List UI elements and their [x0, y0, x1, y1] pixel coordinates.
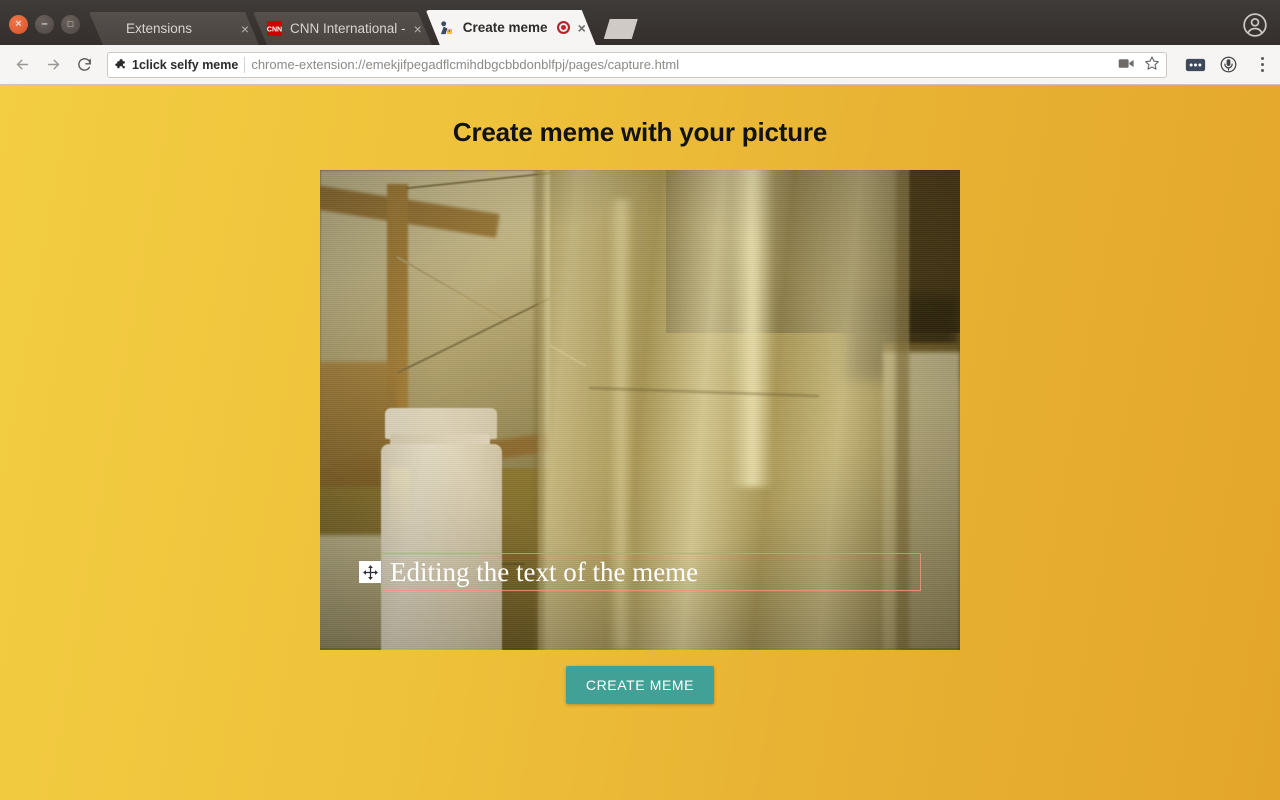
omnibox-action-icons — [1110, 55, 1160, 74]
tab-create-meme[interactable]: Create meme × — [426, 10, 596, 45]
tab-close-button[interactable]: × — [578, 21, 586, 35]
maximize-icon: □ — [68, 20, 73, 29]
page-content: Create meme with your picture — [0, 85, 1280, 800]
reload-icon — [76, 56, 93, 73]
window-controls: × – □ — [0, 15, 89, 45]
url-text: chrome-extension://emekjifpegadflcmihdbg… — [251, 57, 1104, 72]
svg-text:CNN: CNN — [267, 26, 282, 33]
forward-button[interactable] — [39, 51, 67, 79]
create-meme-button[interactable]: CREATE MEME — [566, 666, 714, 704]
puzzle-piece-icon — [114, 58, 127, 71]
arrow-left-icon — [14, 56, 31, 73]
puzzle-piece-icon — [102, 21, 118, 37]
meme-extension-icon — [439, 20, 455, 36]
meme-text-label[interactable]: Editing the text of the meme — [382, 559, 698, 586]
tab-strip: × – □ Extensions × — [0, 0, 1280, 45]
star-icon[interactable] — [1144, 55, 1160, 74]
three-dot-menu-icon[interactable] — [1250, 57, 1272, 72]
avatar[interactable] — [1242, 12, 1268, 38]
move-arrows-icon[interactable] — [359, 561, 381, 583]
meme-text-box[interactable]: Editing the text of the meme — [381, 553, 921, 591]
cast-video-icon[interactable] — [1118, 57, 1135, 73]
new-tab-button[interactable] — [604, 19, 638, 39]
tab-close-button[interactable]: × — [241, 22, 249, 36]
back-button[interactable] — [8, 51, 36, 79]
close-icon: × — [15, 19, 21, 30]
browser-window: × – □ Extensions × — [0, 0, 1280, 800]
meme-canvas[interactable]: Editing the text of the meme — [320, 170, 960, 650]
tab-title: Create meme — [463, 20, 549, 35]
tab-title: CNN International - — [290, 21, 406, 36]
window-minimize-button[interactable]: – — [35, 15, 54, 34]
minimize-icon: – — [41, 19, 47, 30]
window-close-button[interactable]: × — [9, 15, 28, 34]
tab-list: Extensions × CNN CNN International - × — [89, 0, 638, 45]
tab-title: Extensions — [126, 21, 233, 36]
tab-extensions[interactable]: Extensions × — [89, 12, 259, 45]
screen-recorder-icon[interactable] — [1184, 54, 1206, 76]
page-title: Create meme with your picture — [0, 117, 1280, 148]
omnibox-divider — [244, 57, 245, 73]
window-maximize-button[interactable]: □ — [61, 15, 80, 34]
tab-close-button[interactable]: × — [414, 22, 422, 36]
microphone-icon[interactable] — [1217, 54, 1239, 76]
browser-toolbar: 1click selfy meme chrome-extension://eme… — [0, 45, 1280, 85]
reload-button[interactable] — [70, 51, 98, 79]
extension-toolbar-icons — [1176, 54, 1272, 76]
extension-origin-chip: 1click selfy meme — [114, 58, 238, 72]
recording-indicator-icon[interactable] — [557, 21, 570, 34]
address-bar[interactable]: 1click selfy meme chrome-extension://eme… — [107, 52, 1167, 78]
tab-cnn-international[interactable]: CNN CNN International - × — [253, 12, 432, 45]
arrow-right-icon — [45, 56, 62, 73]
extension-name-label: 1click selfy meme — [132, 58, 238, 72]
cnn-logo-icon: CNN — [266, 21, 282, 37]
